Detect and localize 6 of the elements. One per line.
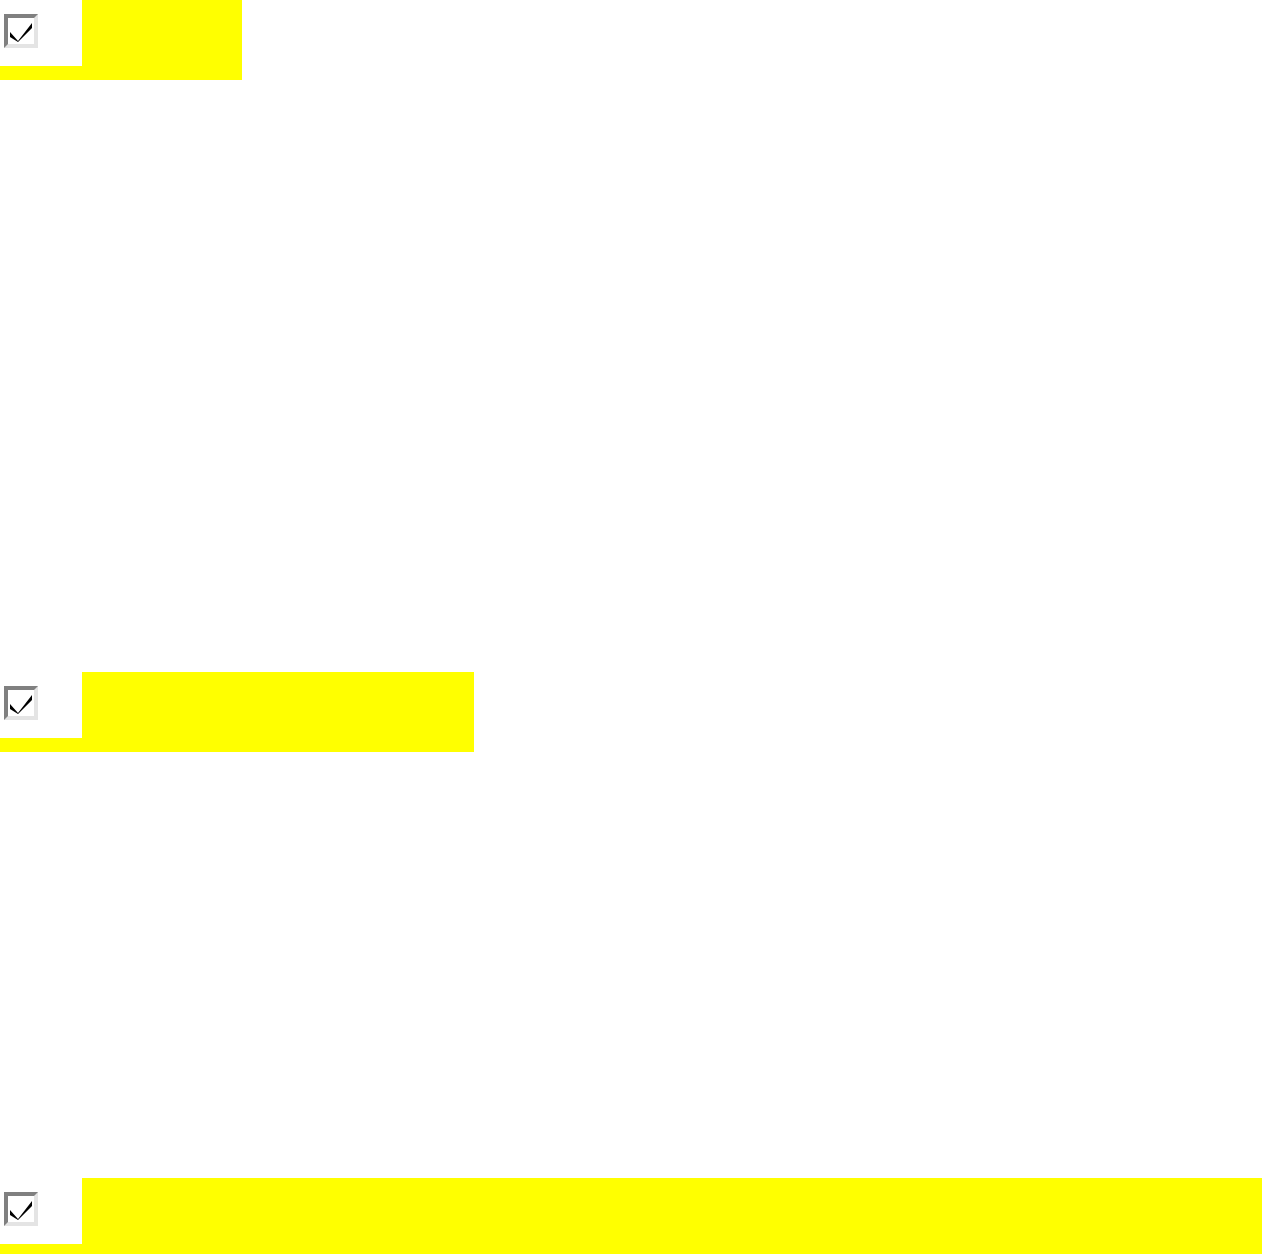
checkbox[interactable] <box>4 14 38 48</box>
tick-icon <box>10 21 32 41</box>
tick-icon <box>10 1199 32 1219</box>
tick-icon <box>10 693 32 713</box>
checkbox[interactable] <box>4 686 38 720</box>
checkbox[interactable] <box>4 1192 38 1226</box>
